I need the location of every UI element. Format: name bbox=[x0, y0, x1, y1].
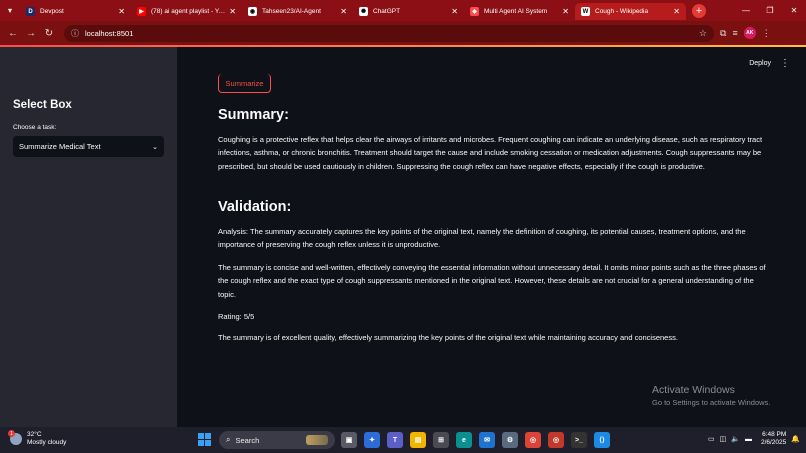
chevron-down-icon: ⌄ bbox=[152, 143, 158, 151]
chrome-profile-icon[interactable]: ◎ bbox=[548, 432, 564, 448]
chatgpt-icon: ✺ bbox=[359, 7, 368, 16]
search-highlight-image bbox=[306, 435, 328, 445]
tray-device-icon[interactable]: ▭ bbox=[708, 435, 715, 443]
close-tab-icon[interactable]: ✕ bbox=[562, 7, 569, 16]
wikipedia-icon: W bbox=[581, 7, 590, 16]
tab-list: D Devpost ✕ ▶ (78) ai agent playlist - YouT ✕… bbox=[20, 1, 686, 20]
battery-icon[interactable]: ▬ bbox=[745, 436, 752, 443]
close-window-icon[interactable]: ✕ bbox=[782, 0, 806, 21]
close-tab-icon[interactable]: ✕ bbox=[118, 7, 125, 16]
network-icon[interactable]: ◫ bbox=[720, 435, 727, 443]
validation-heading: Validation: bbox=[218, 199, 292, 215]
back-icon[interactable]: ← bbox=[4, 24, 22, 42]
browser-tab[interactable]: D Devpost ✕ bbox=[20, 3, 131, 20]
chrome-icon[interactable]: ◎ bbox=[525, 432, 541, 448]
devpost-icon: D bbox=[26, 7, 35, 16]
browser-tab[interactable]: W Cough - Wikipedia ✕ bbox=[575, 3, 686, 20]
profile-avatar[interactable]: AK bbox=[743, 27, 756, 39]
tab-search-icon[interactable]: ▾ bbox=[0, 0, 20, 21]
mail-icon[interactable]: ✉ bbox=[479, 432, 495, 448]
weather-widget[interactable]: 1 32°C Mostly cloudy bbox=[8, 430, 67, 447]
tab-title: Multi Agent AI System bbox=[484, 8, 548, 15]
watermark-subtitle: Go to Settings to activate Windows. bbox=[652, 398, 771, 407]
browser-menu-icon[interactable]: ⋮ bbox=[762, 28, 771, 39]
streamlit-icon: ◆ bbox=[470, 7, 479, 16]
tab-title: Tahseen23/AI-Agent bbox=[262, 8, 321, 15]
system-tray: ▭ ◫ 🔈 ▬ 6:48 PM 2/6/2025 🔔 bbox=[708, 431, 800, 447]
deploy-button[interactable]: Deploy bbox=[749, 60, 771, 67]
taskbar-search[interactable]: ⌕ Search bbox=[219, 431, 335, 449]
taskbar: 1 32°C Mostly cloudy ⌕ Search ▣ ✦ T ▤ ⊞ … bbox=[0, 427, 806, 453]
search-placeholder: Search bbox=[235, 435, 260, 445]
task-select-value: Summarize Medical Text bbox=[19, 142, 101, 151]
copilot-icon[interactable]: ✦ bbox=[364, 432, 380, 448]
browser-tab[interactable]: ✺ ChatGPT ✕ bbox=[353, 3, 464, 20]
browser-tab[interactable]: ◉ Tahseen23/AI-Agent ✕ bbox=[242, 3, 353, 20]
tab-title: Devpost bbox=[40, 8, 64, 15]
minimize-icon[interactable]: — bbox=[734, 0, 758, 21]
conclusion-text: The summary is of excellent quality, eff… bbox=[218, 333, 678, 342]
youtube-icon: ▶ bbox=[137, 7, 146, 16]
close-tab-icon[interactable]: ✕ bbox=[229, 7, 236, 16]
tab-title: (78) ai agent playlist - YouT bbox=[151, 8, 226, 15]
summarize-button[interactable]: Summarize bbox=[218, 74, 271, 93]
detail-text: The summary is concise and well-written,… bbox=[218, 263, 766, 299]
watermark-title: Activate Windows bbox=[652, 384, 735, 396]
sidebar-title: Select Box bbox=[13, 99, 72, 111]
window-controls: — ❐ ✕ bbox=[734, 0, 806, 21]
analysis-text: Analysis: The summary accurately capture… bbox=[218, 227, 746, 250]
close-tab-icon[interactable]: ✕ bbox=[340, 7, 347, 16]
edge-icon[interactable]: e bbox=[456, 432, 472, 448]
weather-temp: 32°C bbox=[27, 431, 42, 438]
terminal-icon[interactable]: >_ bbox=[571, 432, 587, 448]
store-icon[interactable]: ⊞ bbox=[433, 432, 449, 448]
windows-start-icon[interactable] bbox=[198, 433, 211, 446]
search-icon: ⌕ bbox=[226, 435, 231, 444]
address-bar[interactable]: ⓘ localhost:8501 ☆ bbox=[64, 24, 714, 42]
url-text: localhost:8501 bbox=[85, 28, 134, 38]
browser-tab[interactable]: ▶ (78) ai agent playlist - YouT ✕ bbox=[131, 3, 242, 20]
site-info-icon[interactable]: ⓘ bbox=[71, 28, 79, 39]
clock-time: 6:48 PM bbox=[762, 431, 787, 438]
summary-text: Coughing is a protective reflex that hel… bbox=[218, 135, 763, 171]
settings-icon[interactable]: ⚙ bbox=[502, 432, 518, 448]
teams-icon[interactable]: T bbox=[387, 432, 403, 448]
restore-icon[interactable]: ❐ bbox=[758, 0, 782, 21]
main-menu-icon[interactable]: ⋮ bbox=[780, 58, 790, 69]
tab-title: ChatGPT bbox=[373, 8, 401, 15]
task-select-label: Choose a task: bbox=[13, 124, 57, 131]
browser-tab[interactable]: ◆ Multi Agent AI System ✕ bbox=[464, 3, 575, 20]
close-tab-icon[interactable]: ✕ bbox=[451, 7, 458, 16]
activate-windows-watermark: Activate Windows Go to Settings to activ… bbox=[652, 384, 770, 407]
browser-tab-strip: ▾ D Devpost ✕ ▶ (78) ai agent playlist - You… bbox=[0, 0, 806, 21]
forward-icon[interactable]: → bbox=[22, 24, 40, 42]
weather-desc: Mostly cloudy bbox=[27, 439, 67, 446]
tab-title: Cough - Wikipedia bbox=[595, 8, 649, 15]
new-tab-button[interactable]: + bbox=[692, 3, 706, 18]
media-control-icon[interactable]: ≡ bbox=[732, 28, 737, 38]
notification-bell-icon[interactable]: 🔔 bbox=[791, 435, 800, 443]
clock-date: 2/6/2025 bbox=[760, 439, 787, 446]
extensions-icon[interactable]: ⧉ bbox=[720, 28, 726, 39]
reload-icon[interactable]: ↻ bbox=[40, 24, 58, 42]
file-explorer-icon[interactable]: ▤ bbox=[410, 432, 426, 448]
cloud-icon: 1 bbox=[8, 430, 22, 445]
main-content: Deploy ⋮ Summarize Summary: Coughing is … bbox=[177, 47, 806, 427]
volume-icon[interactable]: 🔈 bbox=[731, 435, 740, 443]
clock[interactable]: 6:48 PM 2/6/2025 bbox=[761, 431, 786, 447]
vscode-icon[interactable]: ⟨⟩ bbox=[594, 432, 610, 448]
summary-heading: Summary: bbox=[218, 107, 289, 123]
github-icon: ◉ bbox=[248, 7, 257, 16]
close-tab-icon[interactable]: ✕ bbox=[673, 7, 680, 16]
bookmark-star-icon[interactable]: ☆ bbox=[699, 28, 707, 39]
task-select[interactable]: Summarize Medical Text ⌄ bbox=[13, 136, 164, 157]
browser-toolbar: ← → ↻ ⓘ localhost:8501 ☆ ⧉ ≡ AK ⋮ bbox=[0, 21, 806, 45]
task-view-icon[interactable]: ▣ bbox=[341, 432, 357, 448]
rating-text: Rating: 5/5 bbox=[218, 312, 255, 321]
taskbar-apps: ▣ ✦ T ▤ ⊞ e ✉ ⚙ ◎ ◎ >_ ⟨⟩ bbox=[341, 432, 610, 448]
weather-badge: 1 bbox=[8, 430, 15, 437]
